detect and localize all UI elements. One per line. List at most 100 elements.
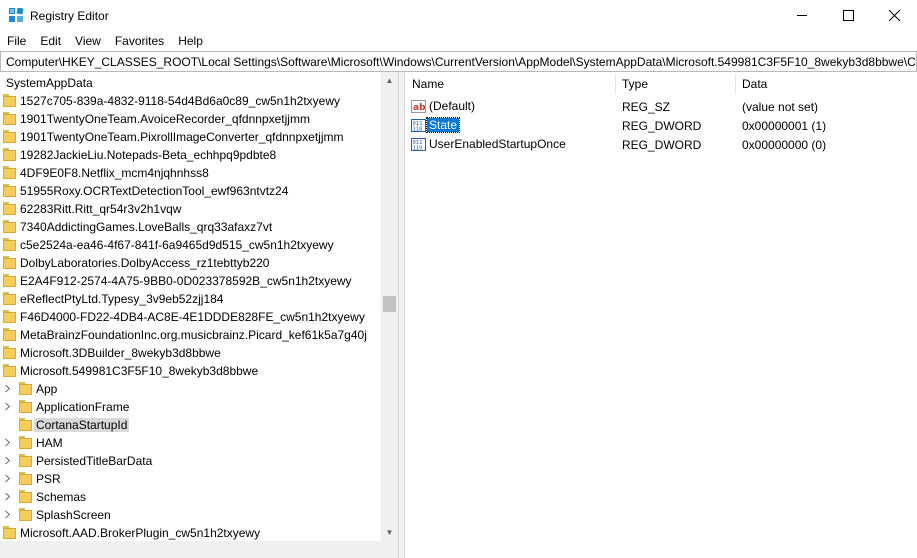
- tree-item[interactable]: 51955Roxy.OCRTextDetectionTool_ewf963ntv…: [0, 182, 381, 200]
- tree-item-label: Microsoft.3DBuilder_8wekyb3d8bbwe: [20, 346, 221, 360]
- folder-icon: [3, 220, 16, 233]
- window-title: Registry Editor: [30, 9, 109, 23]
- column-header-name[interactable]: Name: [405, 72, 615, 97]
- tree-item[interactable]: 1901TwentyOneTeam.PixrollImageConverter_…: [0, 128, 381, 146]
- svg-text:110: 110: [413, 127, 423, 133]
- chevron-right-icon[interactable]: [3, 492, 12, 501]
- minimize-button[interactable]: [779, 0, 825, 31]
- tree-item-label: ApplicationFrame: [36, 400, 130, 414]
- tree-item-label: App: [36, 382, 58, 396]
- tree-item[interactable]: MetaBrainzFoundationInc.org.musicbrainz.…: [0, 326, 381, 344]
- tree-item[interactable]: Microsoft.549981C3F5F10_8wekyb3d8bbwe: [0, 362, 381, 380]
- folder-icon: [3, 328, 16, 341]
- folder-icon: [3, 292, 16, 305]
- menu-favorites[interactable]: Favorites: [108, 31, 171, 51]
- tree-item[interactable]: c5e2524a-ea46-4f67-841f-6a9465d9d515_cw5…: [0, 236, 381, 254]
- folder-icon: [3, 256, 16, 269]
- svg-text:ab: ab: [413, 103, 426, 113]
- value-data: (value not set): [742, 100, 819, 114]
- tree-item-label: 7340AddictingGames.LoveBalls_qrq33afaxz7…: [20, 220, 273, 234]
- value-row[interactable]: ab (Default) REG_SZ (value not set): [405, 97, 917, 116]
- tree-item[interactable]: Microsoft.3DBuilder_8wekyb3d8bbwe: [0, 344, 381, 362]
- tree-item[interactable]: E2A4F912-2574-4A75-9BB0-0D023378592B_cw5…: [0, 272, 381, 290]
- value-type: REG_DWORD: [622, 138, 702, 152]
- close-icon: [888, 10, 900, 21]
- tree-item-label: 4DF9E0F8.Netflix_mcm4njqhnhss8: [20, 166, 209, 180]
- menu-file[interactable]: File: [0, 31, 33, 51]
- tree-child-item[interactable]: PSR: [0, 470, 381, 488]
- folder-icon: [19, 508, 32, 521]
- tree-item[interactable]: 4DF9E0F8.Netflix_mcm4njqhnhss8: [0, 164, 381, 182]
- close-button[interactable]: [871, 0, 917, 31]
- folder-icon: [19, 400, 32, 413]
- tree-vertical-scrollbar[interactable]: ▲ ▼: [381, 72, 398, 558]
- folder-icon: [19, 436, 32, 449]
- scroll-up-icon[interactable]: ▲: [381, 72, 398, 89]
- tree-item-label: SystemAppData: [6, 76, 93, 90]
- scroll-down-icon[interactable]: ▼: [381, 524, 398, 541]
- chevron-right-icon[interactable]: [3, 402, 12, 411]
- tree-item[interactable]: Microsoft.AAD.BrokerPlugin_cw5n1h2txyewy: [0, 524, 381, 542]
- folder-icon: [19, 418, 32, 431]
- tree-item-label: 51955Roxy.OCRTextDetectionTool_ewf963ntv…: [20, 184, 289, 198]
- menu-view[interactable]: View: [68, 31, 108, 51]
- tree-item-label: HAM: [36, 436, 63, 450]
- tree-item[interactable]: 1527c705-839a-4832-9118-54d4Bd6a0c89_cw5…: [0, 92, 381, 110]
- folder-icon: [19, 490, 32, 503]
- folder-icon: [3, 94, 16, 107]
- menu-help[interactable]: Help: [171, 31, 210, 51]
- tree-item-label: F46D4000-FD22-4DB4-AC8E-4E1DDDE828FE_cw5…: [20, 310, 365, 324]
- tree-child-item[interactable]: SplashScreen: [0, 506, 381, 524]
- tree-root-item[interactable]: SystemAppData: [0, 74, 381, 92]
- value-type: REG_DWORD: [622, 119, 702, 133]
- chevron-right-icon[interactable]: [3, 456, 12, 465]
- folder-icon: [19, 472, 32, 485]
- folder-icon: [3, 184, 16, 197]
- tree-horizontal-scrollbar[interactable]: [0, 541, 381, 558]
- tree-item[interactable]: 7340AddictingGames.LoveBalls_qrq33afaxz7…: [0, 218, 381, 236]
- chevron-right-icon[interactable]: [3, 474, 12, 483]
- tree-item-label: PSR: [36, 472, 61, 486]
- tree-child-item[interactable]: CortanaStartupId: [0, 416, 381, 434]
- value-data: 0x00000000 (0): [742, 138, 827, 152]
- folder-icon: [3, 112, 16, 125]
- value-type: REG_SZ: [622, 100, 671, 114]
- value-row[interactable]: 011 110 UserEnabledStartupOnce REG_DWORD 0x0…: [405, 135, 917, 154]
- tree-item[interactable]: eReflectPtyLtd.Typesy_3v9eb52zjj184: [0, 290, 381, 308]
- chevron-right-icon[interactable]: [3, 384, 12, 393]
- tree-child-item[interactable]: ApplicationFrame: [0, 398, 381, 416]
- address-bar[interactable]: Computer\HKEY_CLASSES_ROOT\Local Setting…: [0, 51, 917, 72]
- tree-child-item[interactable]: App: [0, 380, 381, 398]
- value-name: UserEnabledStartupOnce: [429, 137, 566, 151]
- tree-item-label: SplashScreen: [36, 508, 111, 522]
- tree-item-label: MetaBrainzFoundationInc.org.musicbrainz.…: [20, 328, 367, 342]
- tree-item-label: Microsoft.AAD.BrokerPlugin_cw5n1h2txyewy: [20, 526, 261, 540]
- scrollbar-thumb[interactable]: [383, 296, 396, 312]
- tree-child-item[interactable]: Schemas: [0, 488, 381, 506]
- tree-item[interactable]: 19282JackieLiu.Notepads-Beta_echhpq9pdbt…: [0, 146, 381, 164]
- chevron-right-icon[interactable]: [3, 438, 12, 447]
- tree-item-label: E2A4F912-2574-4A75-9BB0-0D023378592B_cw5…: [20, 274, 352, 288]
- tree-item-label: 1901TwentyOneTeam.PixrollImageConverter_…: [20, 130, 344, 144]
- tree-item[interactable]: 62283Ritt.Ritt_qr54r3v2h1vqw: [0, 200, 381, 218]
- binary-value-icon: 011110: [411, 138, 426, 152]
- tree-child-item[interactable]: HAM: [0, 434, 381, 452]
- tree-item[interactable]: DolbyLaboratories.DolbyAccess_rz1tebttyb…: [0, 254, 381, 272]
- tree-item-label: eReflectPtyLtd.Typesy_3v9eb52zjj184: [20, 292, 224, 306]
- chevron-right-icon[interactable]: [3, 510, 12, 519]
- tree-item-label: 1527c705-839a-4832-9118-54d4Bd6a0c89_cw5…: [20, 94, 341, 108]
- svg-text:110: 110: [413, 146, 423, 152]
- tree-child-item[interactable]: PersistedTitleBarData: [0, 452, 381, 470]
- registry-editor-icon: [9, 8, 24, 22]
- tree-item[interactable]: F46D4000-FD22-4DB4-AC8E-4E1DDDE828FE_cw5…: [0, 308, 381, 326]
- maximize-button[interactable]: [825, 0, 871, 31]
- tree-item-label: c5e2524a-ea46-4f67-841f-6a9465d9d515_cw5…: [20, 238, 334, 252]
- value-row[interactable]: 011 110 State REG_DWORD 0x00000001 (1): [405, 116, 917, 135]
- key-tree: SystemAppData 1527c705-839a-4832-9118-54…: [0, 72, 381, 558]
- string-value-icon: ab: [411, 100, 426, 113]
- column-header-data[interactable]: Data: [735, 72, 917, 97]
- key-tree-pane: SystemAppData 1527c705-839a-4832-9118-54…: [0, 72, 399, 558]
- column-header-type[interactable]: Type: [615, 72, 735, 97]
- menu-edit[interactable]: Edit: [33, 31, 68, 51]
- tree-item[interactable]: 1901TwentyOneTeam.AvoiceRecorder_qfdnnpx…: [0, 110, 381, 128]
